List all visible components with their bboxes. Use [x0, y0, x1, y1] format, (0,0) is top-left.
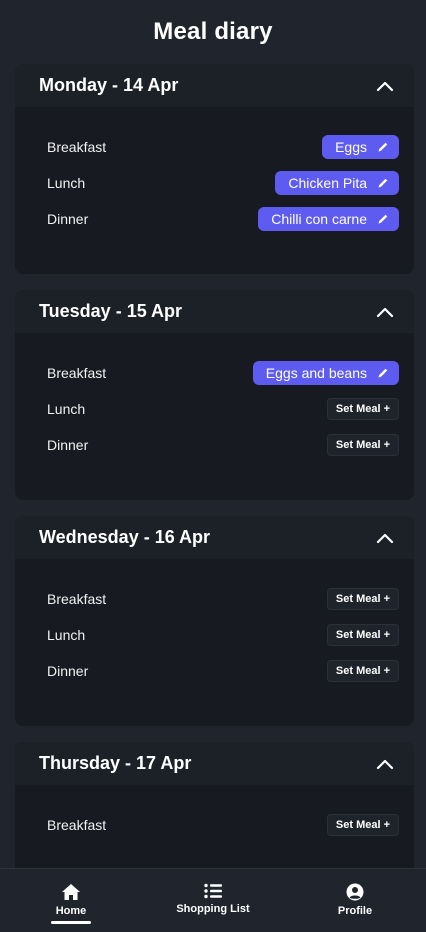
pencil-icon — [377, 213, 389, 225]
chevron-up-icon[interactable] — [376, 306, 394, 318]
set-meal-button[interactable]: Set Meal + — [326, 624, 399, 646]
day-title: Wednesday - 16 Apr — [39, 527, 211, 547]
meal-label: Dinner — [47, 211, 89, 227]
meal-label: Breakfast — [47, 591, 107, 607]
day-card-thursday: Thursday - 17 Apr Breakfast Set Meal + — [15, 742, 414, 869]
meal-row-lunch: Lunch Set Meal + — [47, 617, 399, 653]
meal-name: Chilli con carne — [271, 211, 367, 227]
set-meal-button[interactable]: Set Meal + — [326, 814, 399, 836]
meal-row-breakfast: Breakfast Set Meal + — [47, 581, 399, 617]
active-indicator — [51, 921, 91, 924]
meal-pill[interactable]: Eggs and beans — [252, 361, 399, 385]
day-body: Breakfast Set Meal + — [15, 785, 414, 869]
meal-label: Lunch — [47, 401, 86, 417]
meal-row-breakfast: Breakfast Eggs — [47, 129, 399, 165]
set-meal-button[interactable]: Set Meal + — [326, 434, 399, 456]
meal-row-lunch: Lunch Chicken Pita — [47, 165, 399, 201]
meal-row-dinner: Dinner Set Meal + — [47, 653, 399, 689]
day-body: Breakfast Eggs Lunch Chicken Pita Dinner… — [15, 107, 414, 274]
nav-label: Profile — [337, 905, 373, 917]
page-title: Meal diary — [153, 18, 273, 45]
meal-row-breakfast: Breakfast Eggs and beans — [47, 355, 399, 391]
day-body: Breakfast Set Meal + Lunch Set Meal + Di… — [15, 559, 414, 726]
meal-name: Chicken Pita — [288, 175, 367, 191]
day-title: Monday - 14 Apr — [39, 75, 179, 95]
meal-row-lunch: Lunch Set Meal + — [47, 391, 399, 427]
chevron-up-icon[interactable] — [376, 80, 394, 92]
meal-label: Dinner — [47, 437, 89, 453]
bottom-nav: Home Shopping List Profile — [0, 868, 426, 932]
pencil-icon — [377, 141, 389, 153]
home-icon — [61, 883, 81, 901]
profile-icon — [346, 883, 364, 901]
meal-label: Dinner — [47, 663, 89, 679]
day-body: Breakfast Eggs and beans Lunch Set Meal … — [15, 333, 414, 500]
meal-pill[interactable]: Chicken Pita — [275, 171, 399, 195]
meal-row-dinner: Dinner Set Meal + — [47, 427, 399, 463]
day-card-monday: Monday - 14 Apr Breakfast Eggs Lunch Chi… — [15, 64, 414, 274]
list-icon — [204, 883, 222, 899]
meal-row-breakfast: Breakfast Set Meal + — [47, 807, 399, 843]
day-title: Tuesday - 15 Apr — [39, 301, 183, 321]
meal-diary-list[interactable]: Monday - 14 Apr Breakfast Eggs Lunch Chi… — [15, 64, 414, 869]
chevron-up-icon[interactable] — [376, 758, 394, 770]
meal-name: Eggs and beans — [265, 365, 367, 381]
meal-label: Breakfast — [47, 365, 107, 381]
day-card-wednesday: Wednesday - 16 Apr Breakfast Set Meal + … — [15, 516, 414, 726]
day-header[interactable]: Monday - 14 Apr — [15, 64, 414, 107]
day-title: Thursday - 17 Apr — [39, 753, 192, 773]
meal-label: Breakfast — [47, 139, 107, 155]
day-header[interactable]: Thursday - 17 Apr — [15, 742, 414, 785]
meal-pill[interactable]: Eggs — [322, 135, 399, 159]
nav-item-profile[interactable]: Profile — [284, 869, 426, 932]
meal-row-dinner: Dinner Chilli con carne — [47, 201, 399, 237]
day-header[interactable]: Wednesday - 16 Apr — [15, 516, 414, 559]
meal-name: Eggs — [335, 139, 367, 155]
day-header[interactable]: Tuesday - 15 Apr — [15, 290, 414, 333]
pencil-icon — [377, 367, 389, 379]
set-meal-button[interactable]: Set Meal + — [326, 588, 399, 610]
chevron-up-icon[interactable] — [376, 532, 394, 544]
set-meal-button[interactable]: Set Meal + — [326, 660, 399, 682]
set-meal-button[interactable]: Set Meal + — [326, 398, 399, 420]
meal-label: Breakfast — [47, 817, 107, 833]
pencil-icon — [377, 177, 389, 189]
nav-label: Home — [55, 905, 87, 917]
day-card-tuesday: Tuesday - 15 Apr Breakfast Eggs and bean… — [15, 290, 414, 500]
meal-pill[interactable]: Chilli con carne — [258, 207, 399, 231]
nav-label: Shopping List — [176, 903, 250, 915]
meal-label: Lunch — [47, 627, 86, 643]
meal-label: Lunch — [47, 175, 86, 191]
nav-item-shopping-list[interactable]: Shopping List — [142, 869, 284, 932]
nav-item-home[interactable]: Home — [0, 869, 142, 932]
